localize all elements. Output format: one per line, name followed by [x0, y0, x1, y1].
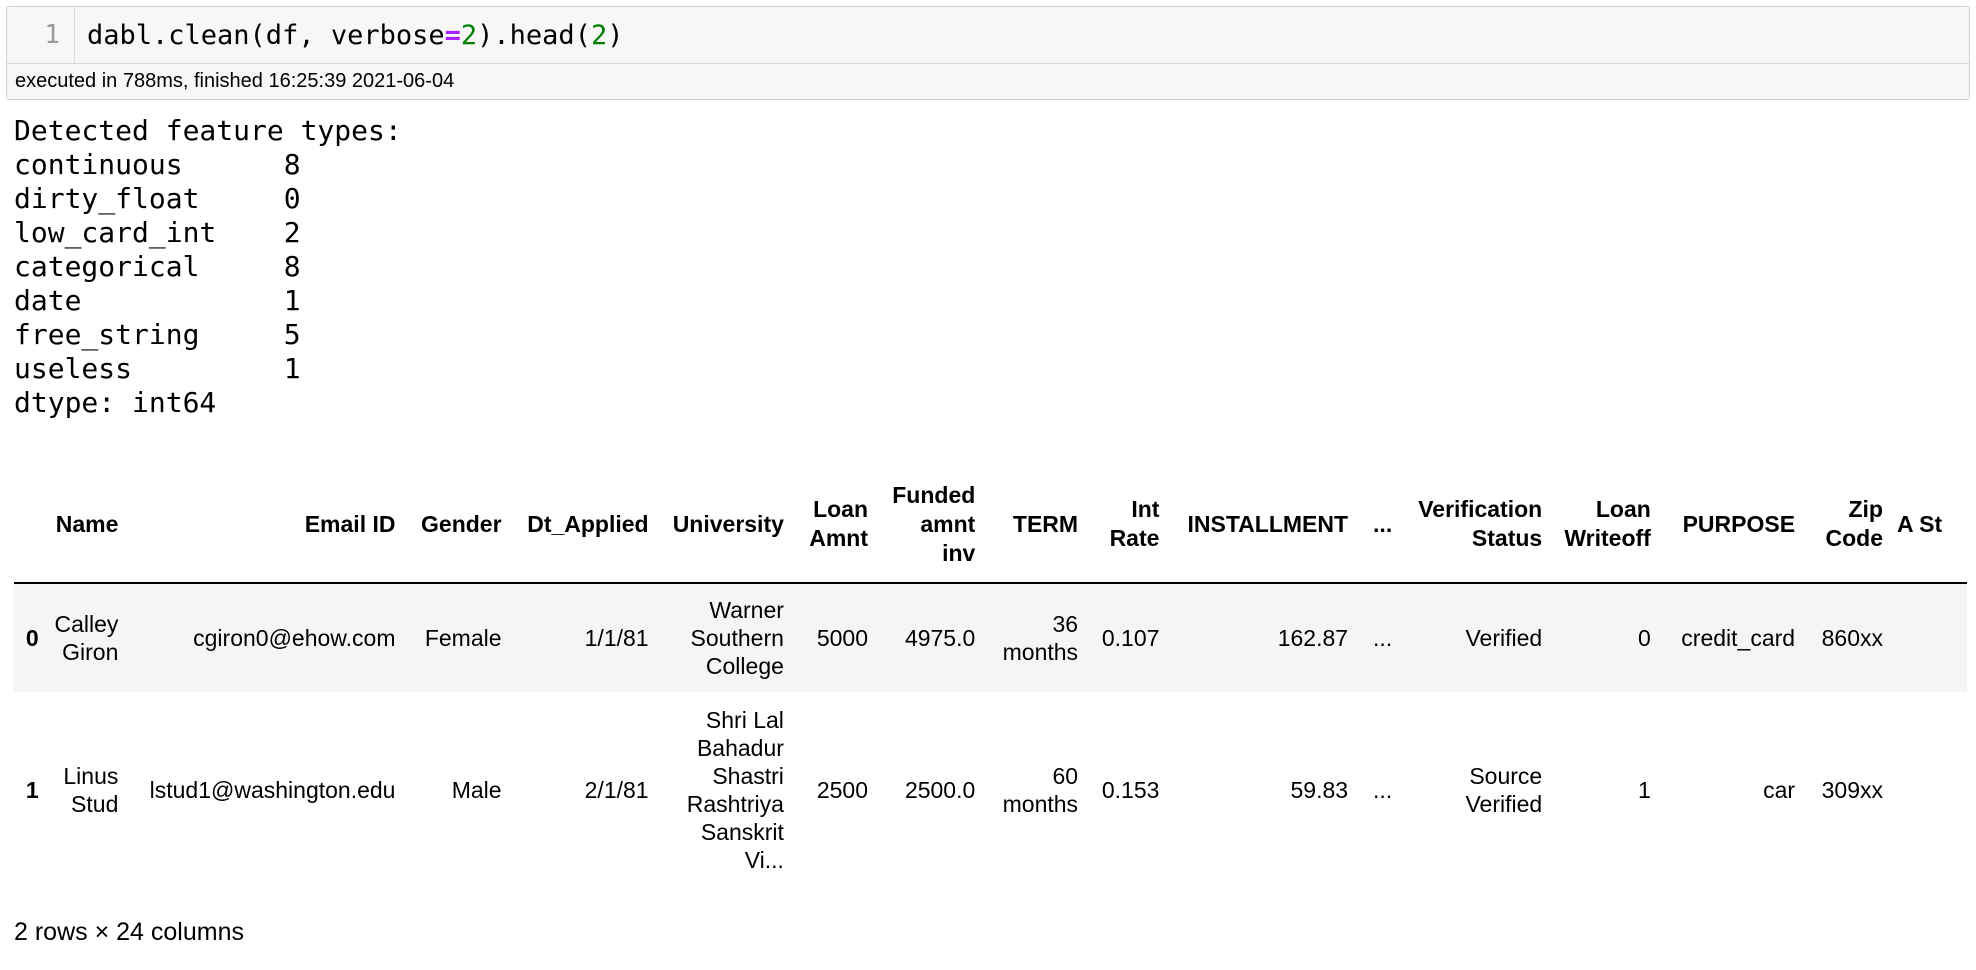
execution-status: executed in 788ms, finished 16:25:39 202… — [7, 64, 1969, 99]
table-cell: 1 — [1638, 777, 1651, 803]
column-header: Gender — [405, 466, 512, 584]
table-cell: 162.87 — [1169, 583, 1359, 692]
column-header: INSTALLMENT — [1169, 466, 1359, 584]
line-number: 1 — [7, 7, 75, 63]
table-cell: 59.83 — [1290, 777, 1349, 803]
code-number: 2 — [590, 19, 608, 51]
code-token: ).head( — [477, 19, 591, 51]
stdout-output: Detected feature types: continuous 8 dir… — [14, 114, 402, 419]
table-cell: ... — [1358, 583, 1403, 692]
code-operator: = — [444, 19, 461, 51]
column-header — [14, 466, 49, 584]
table-header-row: Name Email ID Gender Dt_Applied University Lo… — [14, 466, 1967, 584]
table-cell: 1/1/81 — [511, 583, 659, 692]
column-header: Dt_Applied — [511, 466, 659, 584]
column-header: Email ID — [128, 466, 406, 584]
row-index: 1 — [25, 777, 39, 803]
table-cell: lstud1@washington.edu — [149, 777, 396, 803]
code-cell[interactable]: 1 dabl.clean(df, verbose=2).head(2) exec… — [6, 6, 1970, 100]
column-header: TERM — [985, 466, 1089, 584]
code-number: 2 — [460, 19, 478, 51]
table-cell: Shri Lal Bahadur Shastri Rashtriya Sansk… — [686, 707, 784, 873]
table-cell: Female — [405, 583, 512, 692]
table-cell: 5000 — [793, 583, 879, 692]
table-cell: Linus Stud — [63, 763, 119, 817]
table-cell: 0.107 — [1088, 583, 1170, 692]
table-cell: cgiron0@ehow.com — [128, 583, 406, 692]
table-cell: 309xx — [1821, 777, 1883, 803]
table-cell: 60 months — [1002, 763, 1079, 817]
column-header: Name — [48, 466, 129, 584]
table-shape-summary: 2 rows × 24 columns — [14, 918, 244, 946]
table-cell: 860xx — [1805, 583, 1893, 692]
code-token: dabl.clean(df, verbose — [87, 19, 445, 51]
column-header: Loan Writeoff — [1552, 466, 1661, 584]
table-cell: 4975.0 — [878, 583, 986, 692]
dataframe-table: Name Email ID Gender Dt_Applied University Lo… — [14, 466, 1967, 888]
table-cell: Male — [451, 777, 502, 803]
table-cell: 2/1/81 — [584, 777, 649, 803]
table-cell — [1893, 692, 1967, 888]
column-header: Funded amnt inv — [878, 466, 986, 584]
table-cell: Verified — [1402, 583, 1553, 692]
table-cell: ... — [1373, 777, 1393, 803]
column-header: Int Rate — [1088, 466, 1170, 584]
table-row: 0 Calley Giron cgiron0@ehow.com Female 1/1/8… — [14, 583, 1967, 692]
table-cell: credit_card — [1660, 583, 1806, 692]
column-header: ... — [1358, 466, 1403, 584]
column-header: A St — [1892, 466, 1967, 584]
column-header: University — [658, 466, 794, 584]
table-cell: Warner Southern College — [658, 583, 794, 692]
column-header: Zip Code — [1805, 466, 1893, 584]
table-cell: 36 months — [985, 583, 1089, 692]
table-cell: 0.153 — [1101, 777, 1160, 803]
table-cell: 2500 — [816, 777, 869, 803]
table-cell: 0 — [1552, 583, 1661, 692]
code-editor[interactable]: dabl.clean(df, verbose=2).head(2) — [75, 20, 623, 51]
table-cell — [1892, 583, 1967, 692]
code-token: ) — [607, 19, 624, 51]
table-cell: 2500.0 — [904, 777, 976, 803]
table-row: 1 Linus Stud lstud1@washington.edu Male 2/1/… — [14, 692, 1967, 888]
table-cell: Source Verified — [1465, 763, 1543, 817]
dataframe-output: Name Email ID Gender Dt_Applied University Lo… — [14, 466, 1967, 888]
column-header: Verification Status — [1402, 466, 1553, 584]
column-header: Loan Amnt — [793, 466, 879, 584]
table-cell: Calley Giron — [48, 583, 129, 692]
table-cell: car — [1763, 777, 1796, 803]
column-header: PURPOSE — [1660, 466, 1806, 584]
row-index: 0 — [14, 583, 49, 692]
